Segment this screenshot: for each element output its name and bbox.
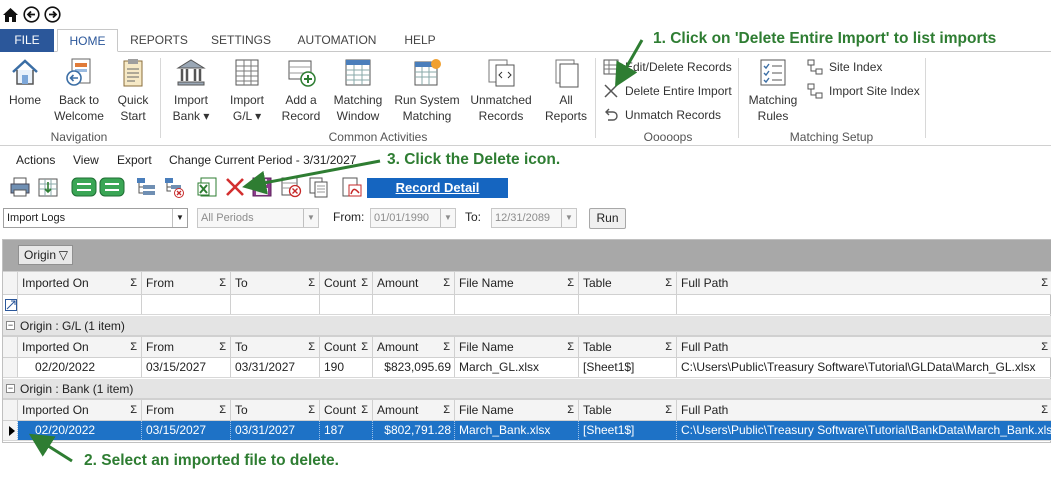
annotation-arrows (28, 39, 644, 463)
annotation-step-2: 2. Select an imported file to delete. (84, 452, 339, 469)
arrow-to-delete-icon (242, 159, 381, 195)
annotation-step-1: 1. Click on 'Delete Entire Import' to li… (653, 30, 997, 47)
arrow-to-delete-entire-import (615, 39, 644, 88)
annotation-step-3: 3. Click the Delete icon. (387, 151, 561, 168)
arrow-to-selected-row (28, 433, 73, 463)
